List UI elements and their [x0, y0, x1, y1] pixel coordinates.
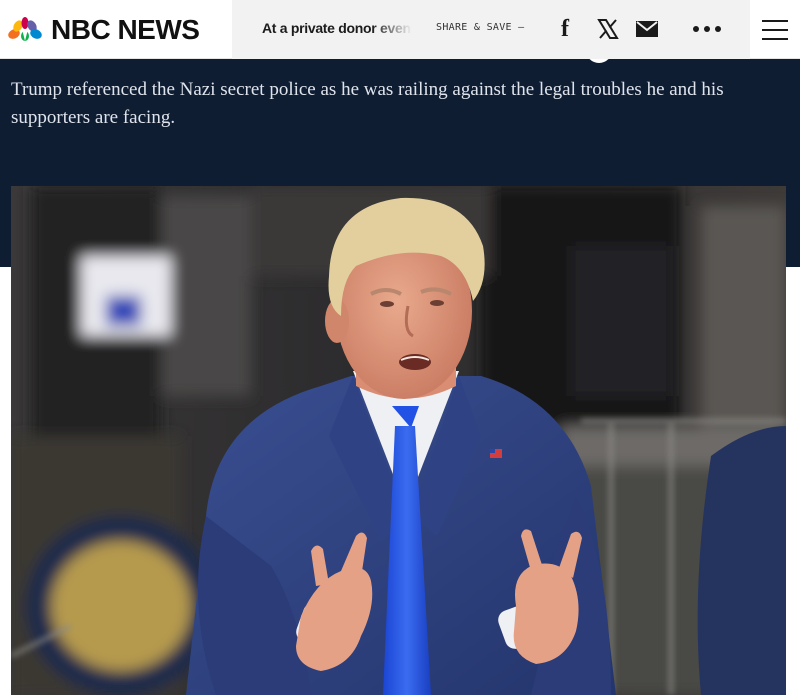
- article-lead-photo: [11, 186, 786, 695]
- nbc-news-logo[interactable]: NBC NEWS: [0, 0, 232, 59]
- facebook-icon[interactable]: f: [554, 15, 576, 43]
- x-icon[interactable]: [596, 16, 620, 42]
- brand-name: NBC NEWS: [51, 13, 200, 45]
- top-navigation-bar: NBC NEWS At a private donor even SHARE &…: [0, 0, 800, 59]
- headline-glyph: [586, 59, 612, 63]
- sticky-headline-area: At a private donor even SHARE & SAVE — f: [232, 0, 750, 59]
- share-save-label: SHARE & SAVE —: [436, 22, 525, 33]
- menu-line: [762, 37, 788, 40]
- nbc-peacock-icon: [8, 16, 42, 41]
- menu-line: [762, 28, 788, 31]
- mail-icon[interactable]: [636, 20, 658, 38]
- menu-line: [762, 19, 788, 22]
- more-icon[interactable]: [690, 18, 724, 40]
- sticky-headline-ticker[interactable]: At a private donor even: [262, 20, 412, 40]
- headline-cutoff: [0, 59, 800, 67]
- hamburger-menu-icon[interactable]: [750, 0, 800, 59]
- article-dek: Trump referenced the Nazi secret police …: [11, 79, 724, 128]
